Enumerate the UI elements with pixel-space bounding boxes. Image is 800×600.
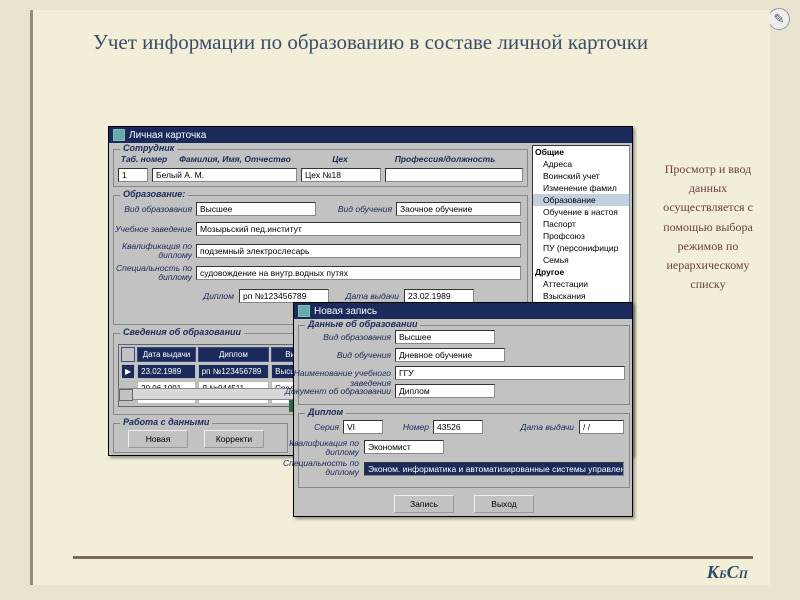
- lbl-seria: Серия: [309, 422, 339, 432]
- window-title: Личная карточка: [129, 130, 206, 141]
- panel-history-legend: Сведения об образовании: [120, 327, 244, 337]
- lbl-sub-uchzav: Наименование учебного заведения: [259, 368, 391, 388]
- lbl-sub-vidobr: Вид образования: [299, 332, 391, 342]
- lbl-sub-kvalif: Квалификация по диплому: [279, 439, 359, 456]
- inp-kvalif[interactable]: подземный электрослесарь: [196, 244, 521, 258]
- inp-seria[interactable]: VI: [343, 420, 383, 434]
- panel-employee-legend: Сотрудник: [120, 143, 177, 153]
- inp-subdata[interactable]: / /: [579, 420, 624, 434]
- lbl-subdata: Дата выдачи: [519, 422, 574, 432]
- inp-vid-obr[interactable]: Высшее: [196, 202, 316, 216]
- panel-subdata-legend: Данные об образовании: [305, 319, 420, 329]
- divider: [73, 556, 753, 559]
- val-tabno[interactable]: 1: [118, 168, 148, 182]
- tree-item[interactable]: Взыскания: [533, 290, 629, 302]
- slide: Учет информации по образованию в составе…: [30, 10, 770, 585]
- tree-item[interactable]: Профсоюз: [533, 230, 629, 242]
- app-icon: [298, 305, 310, 317]
- inp-spec[interactable]: судовождение на внутр.водных путях: [196, 266, 521, 280]
- tree-item[interactable]: Адреса: [533, 158, 629, 170]
- val-workshop[interactable]: Цех №18: [301, 168, 381, 182]
- inp-sub-vidobuch[interactable]: Дневное обучение: [395, 348, 505, 362]
- exit-button[interactable]: Выход: [474, 495, 534, 513]
- tree-item-selected[interactable]: Образование: [533, 194, 629, 206]
- titlebar-main[interactable]: Личная карточка: [109, 127, 632, 143]
- lbl-sub-spec: Специальность по диплому: [279, 459, 359, 476]
- inp-sub-spec[interactable]: Эконом. информатика и автоматизированные…: [364, 462, 624, 476]
- lbl-data-vyd: Дата выдачи: [339, 291, 399, 301]
- val-fio[interactable]: Белый А. М.: [152, 168, 297, 182]
- inp-sub-doc[interactable]: Диплом: [395, 384, 495, 398]
- lbl-spec: Специальность по диплому: [114, 264, 192, 281]
- tree-item[interactable]: Обучение в настоя: [533, 206, 629, 218]
- inp-sub-kvalif[interactable]: Экономист: [364, 440, 444, 454]
- new-button[interactable]: Новая: [128, 430, 188, 448]
- tree-item[interactable]: Паспорт: [533, 218, 629, 230]
- tree-item[interactable]: Аттестации: [533, 278, 629, 290]
- inp-uchzav[interactable]: Мозырьский пед.институт: [196, 222, 521, 236]
- lbl-diplom: Диплом: [194, 291, 234, 301]
- tree-item[interactable]: Семья: [533, 254, 629, 266]
- save-button[interactable]: Запись: [394, 495, 454, 513]
- side-caption: Просмотр и ввод данных осуществляется с …: [658, 160, 758, 294]
- lbl-sub-vidobuch: Вид обучения: [299, 350, 391, 360]
- col-profession: Профессия/должность: [380, 154, 510, 164]
- th-date: Дата выдачи: [137, 347, 196, 362]
- window-title: Новая запись: [314, 306, 377, 317]
- panel-education-legend: Образование:: [120, 189, 188, 199]
- inp-vid-obuch[interactable]: Заочное обучение: [396, 202, 521, 216]
- panel-subdata: Данные об образовании Вид образования Вы…: [298, 325, 630, 405]
- lbl-sub-doc: Документ об образовании: [269, 386, 391, 396]
- th-diplom: Диплом: [198, 347, 269, 362]
- logo: КБСП: [707, 562, 748, 583]
- slide-corner-icon: ✎: [768, 8, 790, 30]
- panel-subdiploma: Диплом Серия VI Номер 43526 Дата выдачи …: [298, 413, 630, 488]
- panel-subdiploma-legend: Диплом: [305, 407, 346, 417]
- inp-nomer[interactable]: 43526: [433, 420, 483, 434]
- col-tabno: Таб. номер: [118, 154, 170, 164]
- inp-sub-vidobr[interactable]: Высшее: [395, 330, 495, 344]
- window-new-record: Новая запись Данные об образовании Вид о…: [293, 302, 633, 517]
- col-workshop: Цех: [300, 154, 380, 164]
- app-icon: [113, 129, 125, 141]
- lbl-uchzav: Учебное заведение: [114, 224, 192, 234]
- correct-button[interactable]: Корректи: [204, 430, 264, 448]
- col-fio: Фамилия, Имя, Отчество: [170, 154, 300, 164]
- lbl-vid-obr: Вид образования: [114, 204, 192, 214]
- panel-work: Работа с данными Новая Корректи: [113, 423, 288, 453]
- tree-group-other[interactable]: Другое: [533, 266, 629, 278]
- inp-data-vyd[interactable]: 23.02.1989: [404, 289, 474, 303]
- tree-item[interactable]: Изменение фамил: [533, 182, 629, 194]
- panel-work-legend: Работа с данными: [120, 417, 212, 427]
- inp-sub-uchzav[interactable]: ГГУ: [395, 366, 625, 380]
- lbl-vid-obuch: Вид обучения: [324, 204, 392, 214]
- titlebar-sub[interactable]: Новая запись: [294, 303, 632, 319]
- tree-item[interactable]: ПУ (персонифицир: [533, 242, 629, 254]
- slide-title: Учет информации по образованию в составе…: [33, 10, 770, 67]
- val-profession[interactable]: [385, 168, 523, 182]
- panel-employee: Сотрудник Таб. номер Фамилия, Имя, Отчес…: [113, 149, 528, 187]
- tree-group-general[interactable]: Общие: [533, 146, 629, 158]
- lbl-kvalif: Квалификация по диплому: [114, 242, 192, 259]
- lbl-nomer: Номер: [394, 422, 429, 432]
- tree-item[interactable]: Воинский учет: [533, 170, 629, 182]
- inp-diplom[interactable]: рп №123456789: [239, 289, 329, 303]
